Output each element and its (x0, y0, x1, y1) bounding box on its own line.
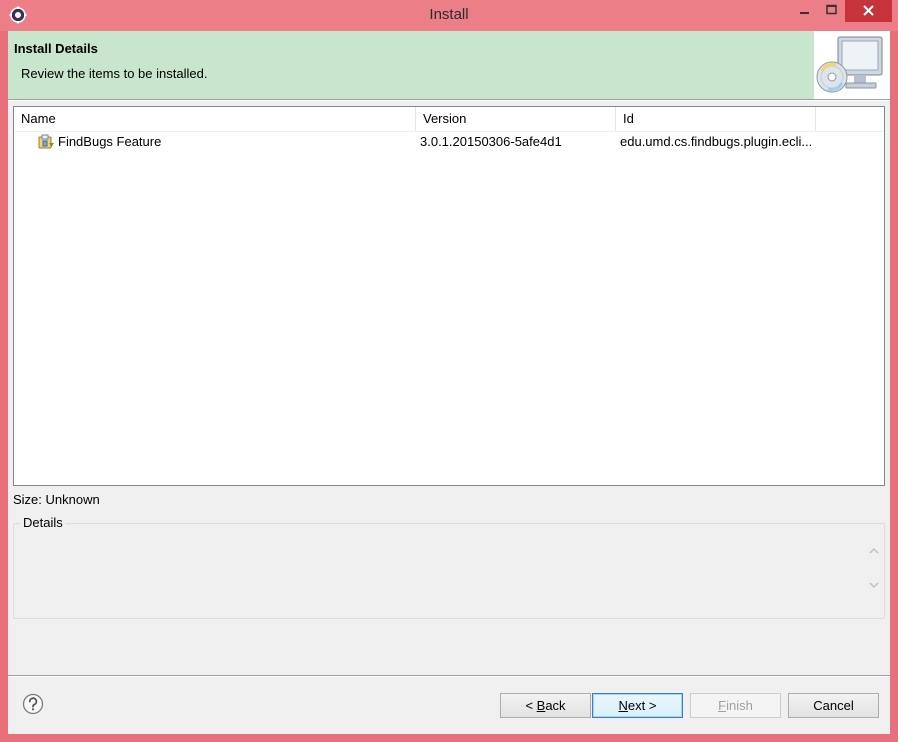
install-cd-monitor-icon (814, 31, 890, 99)
size-label: Size: Unknown (13, 492, 100, 507)
footer-separator (8, 675, 890, 677)
column-header-version[interactable]: Version (416, 107, 616, 131)
next-button-mnemonic: N (618, 698, 628, 713)
finish-button[interactable]: Finish (690, 693, 781, 718)
title-bar: Install (0, 0, 898, 31)
details-group: Details (13, 515, 885, 619)
page-title: Install Details (14, 41, 98, 56)
minimize-button[interactable] (791, 0, 818, 22)
maximize-button[interactable] (818, 0, 845, 22)
finish-button-label: inish (726, 698, 753, 713)
table-row[interactable]: FindBugs Feature 3.0.1.20150306-5afe4d1 … (14, 132, 884, 152)
install-items-table[interactable]: Name Version Id FindBugs Feature 3.0.1.2… (13, 106, 885, 486)
feature-version: 3.0.1.20150306-5afe4d1 (420, 134, 562, 149)
cancel-button[interactable]: Cancel (788, 693, 879, 718)
column-header-name[interactable]: Name (14, 107, 416, 131)
next-button-label: ext > (627, 698, 657, 713)
header-separator (8, 99, 890, 101)
scroll-down-icon[interactable] (867, 578, 881, 592)
scroll-up-icon[interactable] (867, 544, 881, 558)
wizard-header: Install Details Review the items to be i… (8, 31, 890, 99)
window-title: Install (429, 6, 469, 23)
dialog-client-area: Install Details Review the items to be i… (8, 31, 890, 734)
back-button-label: ack (545, 698, 566, 713)
next-button[interactable]: Next > (592, 693, 683, 718)
details-legend: Details (20, 515, 66, 530)
page-description: Review the items to be installed. (21, 66, 208, 81)
column-header-id[interactable]: Id (616, 107, 816, 131)
feature-id: edu.umd.cs.findbugs.plugin.ecli... (620, 134, 813, 149)
help-question-icon[interactable] (22, 693, 44, 715)
feature-plug-icon (37, 134, 55, 150)
feature-name: FindBugs Feature (58, 134, 162, 149)
finish-button-mnemonic: F (718, 698, 727, 713)
close-button[interactable] (845, 0, 892, 22)
back-button[interactable]: < Back (500, 693, 591, 718)
back-button-prefix: < (525, 698, 537, 713)
